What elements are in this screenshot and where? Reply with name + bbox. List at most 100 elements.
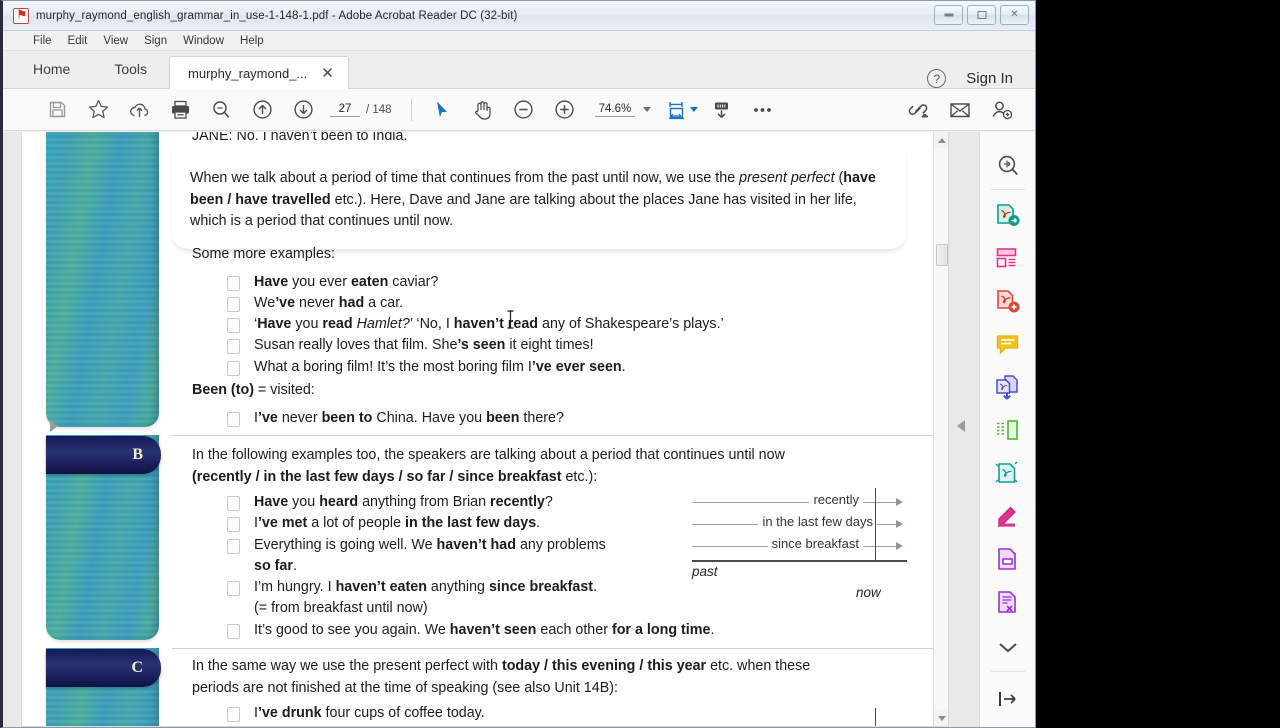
combine-files-icon[interactable] — [988, 366, 1028, 409]
close-window-button[interactable]: ✕ — [1000, 5, 1029, 25]
tab-document[interactable]: murphy_raymond_... ✕ — [169, 56, 349, 89]
add-bookmark-icon[interactable] — [78, 93, 119, 127]
menu-file[interactable]: File — [33, 35, 52, 47]
edit-pdf-icon[interactable] — [988, 581, 1028, 624]
minimize-button[interactable] — [934, 5, 963, 25]
window-title: murphy_raymond_english_grammar_in_use-1-… — [36, 9, 518, 22]
previous-page-icon[interactable] — [242, 93, 283, 127]
page-navigation: 27 / 148 — [330, 103, 392, 117]
export-pdf-icon[interactable] — [988, 194, 1028, 237]
section-tab-c: C — [46, 649, 161, 687]
tab-tools[interactable]: Tools — [92, 50, 169, 88]
zoom-level-input[interactable]: 74.6% — [594, 103, 636, 117]
help-icon[interactable]: ? — [927, 69, 947, 88]
share-link-icon[interactable] — [898, 93, 939, 127]
scrollbar-thumb[interactable] — [936, 244, 948, 266]
list-item: Susan really loves that film. She’s seen… — [192, 335, 932, 356]
maximize-button[interactable] — [967, 5, 996, 25]
menu-view[interactable]: View — [103, 35, 128, 47]
tab-bar-right: ? Sign In — [927, 69, 1035, 88]
zoom-control: 74.6% — [594, 103, 652, 117]
explanation-card: When we talk about a period of time that… — [172, 146, 906, 249]
scroll-up-button[interactable] — [934, 132, 948, 148]
cut-dialogue-line: JANE: No, I haven’t been to India. — [192, 132, 408, 140]
menu-edit[interactable]: Edit — [68, 35, 88, 47]
upload-cloud-icon[interactable] — [119, 93, 160, 127]
explanation-l2em: perfect — [790, 170, 835, 186]
page-total-label: / 148 — [366, 103, 392, 116]
hand-tool-icon[interactable] — [462, 93, 503, 127]
expand-more-icon[interactable] — [988, 624, 1028, 669]
decorative-column-a — [46, 132, 159, 427]
list-item: It’s good to see you again. We haven’t s… — [192, 620, 932, 641]
next-page-icon[interactable] — [283, 93, 324, 127]
save-icon[interactable] — [37, 93, 78, 127]
rail-divider — [990, 189, 1025, 190]
list-item: I’ve never been to China. Have you been … — [192, 408, 932, 429]
explanation-l1em: present — [739, 170, 787, 186]
section-tab-b: B — [46, 436, 161, 474]
compress-pdf-icon[interactable] — [988, 409, 1028, 452]
section-c-l1b: today / this evening / this year — [501, 658, 707, 674]
been-heading: Been (to) = visited: — [192, 380, 932, 402]
window-controls: ✕ — [934, 5, 1029, 25]
section-b-intro-bold: (recently / in the last few days / so fa… — [192, 468, 562, 485]
explanation-l1a: When we talk about a period of time that… — [190, 170, 740, 186]
tab-bar: Home Tools murphy_raymond_... ✕ ? Sign I… — [3, 51, 1035, 89]
timeline-now-label: now — [856, 585, 881, 600]
list-item: What a boring film! It’s the most boring… — [192, 357, 932, 378]
previous-page-arrow[interactable] — [50, 420, 62, 434]
tab-home[interactable]: Home — [3, 50, 92, 88]
rail-bottom-group — [980, 624, 1035, 727]
examples-heading: Some more examples: — [192, 246, 336, 262]
section-b-intro-l1: In the following examples too, the speak… — [192, 447, 785, 463]
next-page-arrow[interactable] — [957, 420, 969, 434]
menu-window[interactable]: Window — [183, 35, 224, 47]
scroll-down-button[interactable] — [934, 710, 948, 726]
pdf-page: B C JANE: No, I haven’t been to India. W… — [21, 132, 949, 727]
timeline-label-since-breakfast: since breakfast — [767, 536, 863, 551]
section-c-label: C — [131, 659, 143, 676]
collapse-pane-icon[interactable] — [988, 676, 1028, 721]
toolbar-right-group — [898, 93, 1035, 127]
select-cursor-icon[interactable] — [421, 93, 462, 127]
add-person-icon[interactable] — [980, 93, 1021, 127]
page-fit-dropdown[interactable] — [690, 107, 699, 112]
section-c-intro-l2: periods are not finished at the time of … — [192, 679, 618, 696]
document-scrollbar[interactable] — [933, 132, 948, 726]
menu-bar: File Edit View Sign Window Help — [3, 31, 1035, 51]
fill-sign-icon[interactable] — [988, 538, 1028, 581]
chevron-down-icon[interactable] — [643, 107, 652, 112]
timeline-diagram-partial: today — [692, 708, 907, 726]
search-icon[interactable] — [201, 93, 242, 127]
list-item-continuation: (= from breakfast until now) — [254, 600, 428, 617]
print-icon[interactable] — [160, 93, 201, 127]
page-number-input[interactable]: 27 — [330, 103, 360, 117]
menu-help[interactable]: Help — [240, 35, 264, 47]
menu-sign[interactable]: Sign — [144, 35, 167, 47]
been-heading-bold: Been (to) — [192, 382, 254, 398]
timeline-now-line — [875, 488, 877, 560]
toolbar-separator — [410, 98, 412, 121]
highlight-icon[interactable] — [988, 495, 1028, 538]
tools-rail — [979, 132, 1035, 727]
list-item: We’ve never had a car. — [192, 293, 932, 314]
sign-in-button[interactable]: Sign In — [966, 70, 1013, 87]
create-pdf-icon[interactable] — [988, 280, 1028, 323]
close-icon[interactable]: ✕ — [321, 66, 334, 81]
zoom-out-icon[interactable] — [503, 93, 544, 127]
organize-pages-icon[interactable] — [988, 237, 1028, 280]
acrobat-window: murphy_raymond_english_grammar_in_use-1-… — [0, 0, 1036, 728]
timeline-label-last-few-days: in the last few days — [758, 514, 877, 529]
protect-pdf-icon[interactable] — [988, 452, 1028, 495]
more-tools-icon[interactable] — [742, 93, 783, 127]
email-icon[interactable] — [939, 93, 980, 127]
document-viewer[interactable]: B C JANE: No, I haven’t been to India. W… — [3, 132, 1035, 727]
comment-icon[interactable] — [988, 323, 1028, 366]
zoom-in-icon[interactable] — [544, 93, 585, 127]
scroll-mode-icon[interactable] — [701, 93, 742, 127]
been-example-list: I’ve never been to China. Have you been … — [192, 408, 932, 429]
search-pane-icon[interactable] — [988, 144, 1028, 187]
timeline-baseline — [692, 560, 907, 562]
rail-divider — [990, 671, 1025, 672]
